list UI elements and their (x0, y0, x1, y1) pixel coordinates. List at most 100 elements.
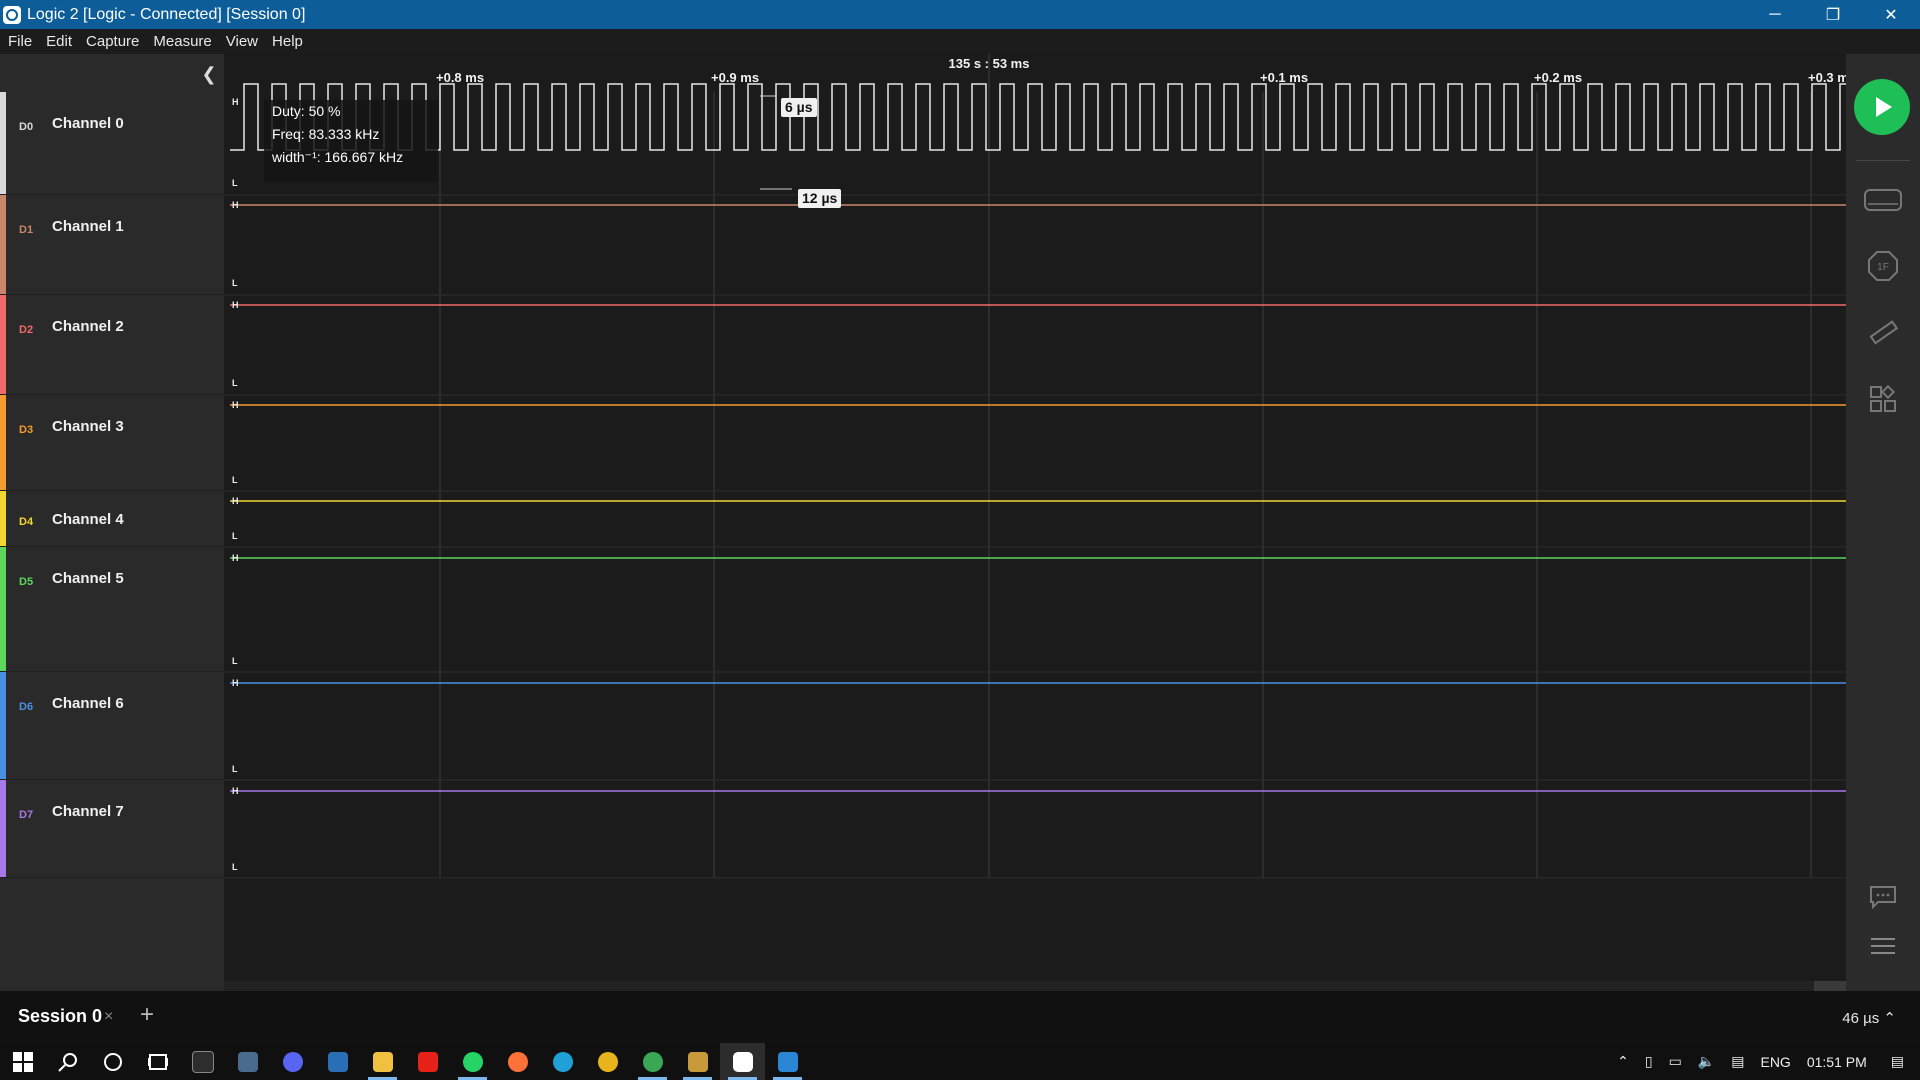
firefox-app-icon[interactable] (495, 1043, 540, 1080)
session-bar: Session 0 × + 46 µs ⌃ (0, 991, 1920, 1043)
close-session-icon[interactable]: × (104, 1008, 113, 1026)
channel-row-4[interactable]: D4 Channel 4 (0, 491, 224, 547)
app-logo-icon (3, 5, 21, 24)
window-title: Logic 2 [Logic - Connected] [Session 0] (27, 5, 306, 23)
channel-0-waveform[interactable] (230, 83, 1846, 151)
menu-view[interactable]: View (219, 33, 265, 50)
task-view-icon[interactable] (135, 1043, 180, 1080)
discord-app-icon[interactable] (270, 1043, 315, 1080)
hamburger-menu-icon[interactable] (1864, 927, 1902, 965)
menu-file[interactable]: File (0, 33, 39, 50)
channel-name[interactable]: Channel 7 (52, 803, 124, 820)
window-controls: ─ ❐ ✕ (1746, 0, 1920, 29)
channel-row-7[interactable]: D7 Channel 7 (0, 780, 224, 878)
channel-color-bar (0, 395, 6, 490)
channel-name[interactable]: Channel 5 (52, 570, 124, 587)
right-toolbar: 1F (1846, 54, 1920, 991)
high-level-label: H (232, 553, 239, 563)
chrome-profile-app-icon[interactable] (630, 1043, 675, 1080)
close-button[interactable]: ✕ (1862, 0, 1920, 29)
channel-name[interactable]: Channel 0 (52, 115, 124, 132)
logic-app-icon[interactable] (720, 1043, 765, 1080)
channel-name[interactable]: Channel 1 (52, 218, 124, 235)
menu-help[interactable]: Help (265, 33, 310, 50)
channel-color-bar (0, 195, 6, 294)
channel-color-bar (0, 672, 6, 779)
battery-icon[interactable]: ▭ (1661, 1053, 1690, 1070)
session-tab[interactable]: Session 0 (18, 1006, 102, 1027)
measurements-ruler-icon[interactable] (1864, 314, 1902, 352)
edge-app-icon[interactable] (540, 1043, 585, 1080)
channel-name[interactable]: Channel 6 (52, 695, 124, 712)
channel-id: D3 (19, 424, 34, 436)
cortana-icon[interactable] (90, 1043, 135, 1080)
high-level-label: H (232, 678, 239, 688)
low-level-label: L (232, 378, 238, 388)
file-explorer-app-icon[interactable] (360, 1043, 405, 1080)
whatsapp-app-icon[interactable] (450, 1043, 495, 1080)
channel-row-2[interactable]: D2 Channel 2 (0, 295, 224, 395)
channel-sidebar: ❮ D0 Channel 0 D1 Channel 1 D2 Channel 2… (0, 54, 224, 991)
clock[interactable]: 01:51 PM (1799, 1054, 1875, 1070)
timeline-tick-label: +0.2 ms (1534, 70, 1583, 85)
notion-app-icon[interactable] (180, 1043, 225, 1080)
scrollbar-thumb[interactable] (1814, 981, 1846, 991)
high-level-label: H (232, 300, 239, 310)
maximize-button[interactable]: ❐ (1804, 0, 1862, 29)
high-level-label: H (232, 496, 239, 506)
channel-id: D4 (19, 516, 34, 528)
channel-id: D5 (19, 576, 34, 588)
search-icon[interactable] (45, 1043, 90, 1080)
start-capture-button[interactable] (1854, 79, 1910, 135)
channel-row-5[interactable]: D5 Channel 5 (0, 547, 224, 672)
channel-name[interactable]: Channel 4 (52, 511, 124, 528)
steam-app-icon[interactable] (315, 1043, 360, 1080)
arduino-ide-app-icon[interactable] (765, 1043, 810, 1080)
chrome-app-icon[interactable] (585, 1043, 630, 1080)
youtube-app-icon[interactable] (405, 1043, 450, 1080)
volume-icon[interactable]: 🔈 (1690, 1053, 1723, 1070)
network-icon[interactable]: ▤ (1723, 1053, 1752, 1070)
system-tray: ⌃ ▯ ▭ 🔈 ▤ ENG 01:51 PM ▤ (1609, 1043, 1920, 1080)
zoom-level-selector[interactable]: 46 µs ⌃ (1842, 1009, 1896, 1027)
add-session-button[interactable]: + (140, 1001, 154, 1029)
channel-row-1[interactable]: D1 Channel 1 (0, 195, 224, 295)
channel-id: D1 (19, 224, 34, 236)
menu-edit[interactable]: Edit (39, 33, 79, 50)
os-taskbar: ⌃ ▯ ▭ 🔈 ▤ ENG 01:51 PM ▤ (0, 1043, 1920, 1080)
waveform-view[interactable]: 135 s : 53 ms +0.8 ms +0.9 ms +0.1 ms +0… (224, 54, 1846, 991)
frequency-value: Freq: 83.333 kHz (272, 126, 380, 142)
channel-name[interactable]: Channel 2 (52, 318, 124, 335)
collapse-sidebar-icon[interactable]: ❮ (200, 64, 218, 85)
feedback-chat-icon[interactable] (1864, 878, 1902, 916)
high-level-label: H (232, 786, 239, 796)
language-indicator[interactable]: ENG (1752, 1054, 1798, 1070)
show-hidden-icons-icon[interactable]: ⌃ (1609, 1053, 1637, 1070)
analyzers-icon[interactable]: 1F (1864, 247, 1902, 285)
channel-name[interactable]: Channel 3 (52, 418, 124, 435)
inverse-width-value: width⁻¹: 166.667 kHz (272, 149, 404, 165)
photos-app-icon[interactable] (225, 1043, 270, 1080)
horizontal-scrollbar[interactable] (224, 981, 1846, 991)
toolbar-divider (1856, 160, 1910, 161)
time-grid (439, 54, 1812, 878)
minimize-button[interactable]: ─ (1746, 0, 1804, 29)
high-level-label: H (232, 97, 239, 107)
channel-row-6[interactable]: D6 Channel 6 (0, 672, 224, 780)
channel-row-3[interactable]: D3 Channel 3 (0, 395, 224, 491)
windows-start-icon[interactable] (0, 1043, 45, 1080)
menu-measure[interactable]: Measure (146, 33, 218, 50)
waveform-canvas[interactable] (224, 54, 1846, 991)
usb-device-icon[interactable]: ▯ (1637, 1053, 1661, 1070)
timeline-center-label: 135 s : 53 ms (948, 56, 1030, 71)
svg-text:1F: 1F (1877, 262, 1889, 273)
winrar-app-icon[interactable] (675, 1043, 720, 1080)
period-badge: 12 µs (798, 189, 842, 208)
device-settings-icon[interactable] (1864, 181, 1902, 219)
notification-center-icon[interactable]: ▤ (1875, 1053, 1920, 1070)
menu-capture[interactable]: Capture (79, 33, 146, 50)
timeline-tick-label: +0.8 ms (436, 70, 485, 85)
timeline-tick-label: +0.9 ms (711, 70, 760, 85)
extensions-icon[interactable] (1864, 380, 1902, 418)
channel-row-0[interactable]: D0 Channel 0 (0, 92, 224, 195)
